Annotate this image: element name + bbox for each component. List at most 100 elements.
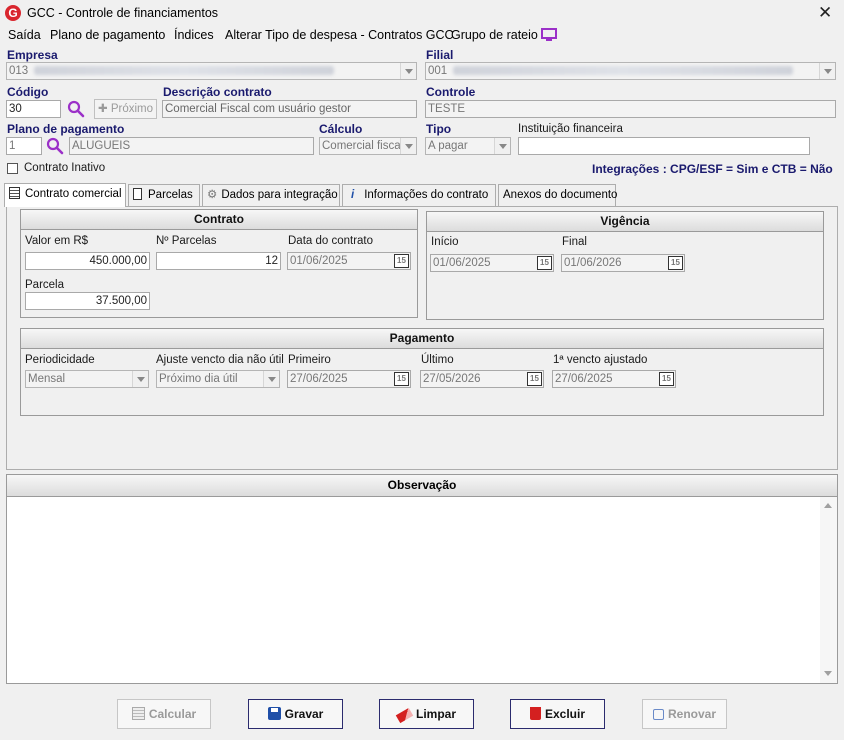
data-contrato-input[interactable]: 01/06/2025 15 <box>287 252 411 270</box>
calculo-label: Cálculo <box>319 122 363 136</box>
primeiro-value: 27/06/2025 <box>290 373 348 385</box>
document-icon <box>133 188 142 200</box>
scroll-up-icon[interactable] <box>824 503 832 508</box>
final-label: Final <box>562 236 587 248</box>
proximo-button[interactable]: ✚ Próximo <box>94 99 157 119</box>
menu-item-plano-pagamento[interactable]: Plano de pagamento <box>50 28 165 42</box>
nparcelas-label: Nº Parcelas <box>156 235 217 247</box>
calcular-button[interactable]: Calcular <box>117 699 211 729</box>
parcela-input[interactable]: 37.500,00 <box>25 292 150 310</box>
observacao-scrollbar[interactable] <box>820 497 837 683</box>
periodicidade-value: Mensal <box>28 373 66 385</box>
empresa-value: 013 <box>9 65 29 77</box>
ajustado-label: 1ª vencto ajustado <box>553 354 648 366</box>
contrato-inativo-checkbox[interactable] <box>7 163 18 174</box>
codigo-input[interactable]: 30 <box>6 100 61 118</box>
chevron-down-icon[interactable] <box>400 138 416 154</box>
inicio-label: Início <box>431 236 459 248</box>
ultimo-input[interactable]: 27/05/2026 15 <box>420 370 544 388</box>
menu-item-grupo-rateio[interactable]: Grupo de rateio <box>451 28 538 42</box>
ajuste-label: Ajuste vencto dia não útil <box>156 354 284 366</box>
tab-contrato-comercial[interactable]: Contrato comercial <box>4 183 126 207</box>
chevron-down-icon[interactable] <box>819 63 835 79</box>
controle-input[interactable]: TESTE <box>425 100 836 118</box>
valor-label: Valor em R$ <box>25 235 89 247</box>
observacao-panel: Observação <box>6 474 838 684</box>
chevron-down-icon[interactable] <box>263 371 279 387</box>
valor-input[interactable]: 450.000,00 <box>25 252 150 270</box>
gear-icon: ⚙ <box>207 189 218 201</box>
save-icon <box>267 707 281 720</box>
ajuste-select[interactable]: Próximo dia útil <box>156 370 280 388</box>
monitor-icon[interactable] <box>541 28 557 45</box>
vigencia-title: Vigência <box>427 212 823 232</box>
ultimo-value: 27/05/2026 <box>423 373 481 385</box>
tab-label: Anexos do documento <box>503 189 618 201</box>
menu-item-indices[interactable]: Índices <box>174 28 214 42</box>
tipo-value: A pagar <box>428 140 468 152</box>
menu-bar: Saída Plano de pagamento Índices Alterar… <box>0 27 844 47</box>
calculator-icon <box>131 707 145 720</box>
limpar-button[interactable]: Limpar <box>379 699 474 729</box>
calendar-icon[interactable]: 15 <box>659 372 674 386</box>
chevron-down-icon[interactable] <box>400 63 416 79</box>
calculo-value: Comercial fiscal <box>322 140 404 152</box>
menu-item-saida[interactable]: Saída <box>8 28 41 42</box>
plano-code-input[interactable]: 1 <box>6 137 42 155</box>
gravar-button[interactable]: Gravar <box>248 699 343 729</box>
search-icon[interactable] <box>67 100 85 121</box>
excluir-button[interactable]: Excluir <box>510 699 605 729</box>
contrato-inativo-label: Contrato Inativo <box>24 162 106 174</box>
info-icon: i <box>351 189 355 201</box>
calendar-icon[interactable]: 15 <box>537 256 552 270</box>
periodicidade-select[interactable]: Mensal <box>25 370 149 388</box>
filial-label: Filial <box>426 48 454 62</box>
scroll-down-icon[interactable] <box>824 671 832 676</box>
renovar-label: Renovar <box>667 707 717 721</box>
ajustado-input[interactable]: 27/06/2025 15 <box>552 370 676 388</box>
final-value: 01/06/2026 <box>564 257 622 269</box>
tab-parcelas[interactable]: Parcelas <box>128 184 200 206</box>
primeiro-label: Primeiro <box>288 354 331 366</box>
close-icon[interactable]: ✕ <box>818 3 832 23</box>
plano-name-input[interactable]: ALUGUEIS <box>69 137 314 155</box>
descricao-input[interactable]: Comercial Fiscal com usuário gestor <box>162 100 417 118</box>
ajustado-value: 27/06/2025 <box>555 373 613 385</box>
inicio-input[interactable]: 01/06/2025 15 <box>430 254 554 272</box>
inicio-value: 01/06/2025 <box>433 257 491 269</box>
ultimo-label: Último <box>421 354 454 366</box>
calendar-icon[interactable]: 15 <box>668 256 683 270</box>
empresa-select[interactable]: 013 <box>6 62 417 80</box>
nparcelas-input[interactable]: 12 <box>156 252 281 270</box>
parcela-label: Parcela <box>25 279 64 291</box>
chevron-down-icon[interactable] <box>132 371 148 387</box>
filial-value: 001 <box>428 65 448 77</box>
final-input[interactable]: 01/06/2026 15 <box>561 254 685 272</box>
tab-anexos-documento[interactable]: Anexos do documento <box>498 184 618 206</box>
data-contrato-label: Data do contrato <box>288 235 374 247</box>
app-logo-icon: G <box>5 5 21 21</box>
pagamento-title: Pagamento <box>21 329 823 349</box>
tab-dados-integracao[interactable]: ⚙ Dados para integração <box>202 184 340 206</box>
calcular-label: Calcular <box>148 707 197 721</box>
excluir-label: Excluir <box>544 707 586 721</box>
filial-select[interactable]: 001 <box>425 62 836 80</box>
tab-informacoes-contrato[interactable]: i Informações do contrato <box>342 184 496 206</box>
calendar-icon[interactable]: 15 <box>527 372 542 386</box>
controle-label: Controle <box>426 85 476 99</box>
calculo-select[interactable]: Comercial fiscal <box>319 137 417 155</box>
calendar-icon[interactable]: 15 <box>394 372 409 386</box>
codigo-label: Código <box>7 85 49 99</box>
calendar-icon[interactable]: 15 <box>394 254 409 268</box>
menu-item-alterar-tipo[interactable]: Alterar Tipo de despesa - Contratos GCC <box>225 28 454 42</box>
chevron-down-icon[interactable] <box>494 138 510 154</box>
instituicao-input[interactable] <box>518 137 810 155</box>
primeiro-input[interactable]: 27/06/2025 15 <box>287 370 411 388</box>
tipo-select[interactable]: A pagar <box>425 137 511 155</box>
renovar-button[interactable]: Renovar <box>642 699 727 729</box>
contrato-title: Contrato <box>21 210 417 230</box>
instituicao-label: Instituição financeira <box>518 123 623 135</box>
tab-label: Parcelas <box>148 189 193 201</box>
observacao-textarea[interactable] <box>9 499 819 681</box>
search-icon[interactable] <box>46 137 64 158</box>
